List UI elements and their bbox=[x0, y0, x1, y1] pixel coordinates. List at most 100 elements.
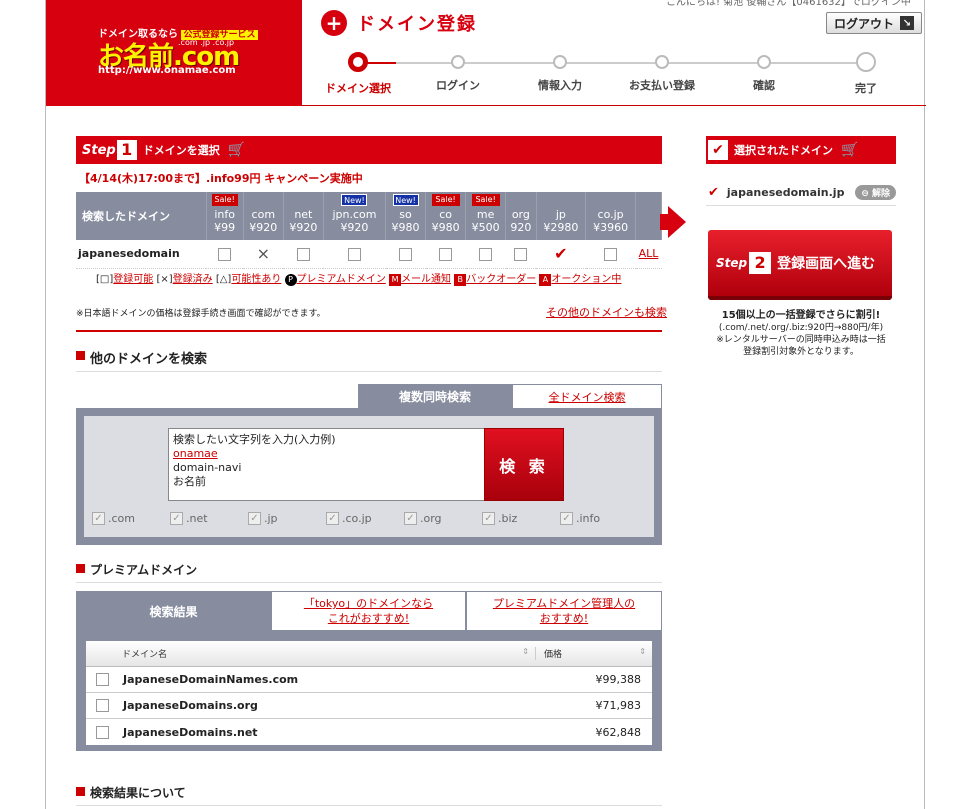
legend-premium[interactable]: プレミアムドメイン bbox=[297, 274, 386, 285]
campaign-banner[interactable]: 【4/14(木)17:00まで】.info99円 キャンペーン実施中 bbox=[79, 170, 363, 186]
arrow-down-right-icon: ↘ bbox=[900, 16, 914, 30]
step1-num: 1 bbox=[116, 140, 137, 160]
logout-label: ログアウト bbox=[833, 16, 894, 31]
row-checkbox[interactable] bbox=[96, 699, 109, 712]
page-title-text: ドメイン登録 bbox=[357, 14, 477, 35]
page-title: + ドメイン登録 bbox=[321, 10, 477, 36]
checkbox-checked-icon: ✔ bbox=[708, 140, 728, 160]
logo-tlds: .com .jp .co.jp bbox=[178, 38, 235, 47]
about-heading: 検索結果について bbox=[76, 784, 662, 806]
row-checkbox[interactable] bbox=[96, 725, 109, 739]
tld-jp[interactable]: ✓ .jp bbox=[248, 512, 326, 525]
registered-x-icon: × bbox=[256, 243, 270, 263]
checkbox-cojp[interactable] bbox=[604, 247, 618, 261]
step-confirm: 確認 bbox=[714, 52, 814, 93]
tab-all-domain-search[interactable]: 全ドメイン検索 bbox=[512, 384, 662, 409]
selected-domain-label: 選択されたドメイン bbox=[734, 144, 833, 157]
legend-backorder[interactable]: バックオーダー bbox=[466, 274, 536, 285]
checkbox-co[interactable] bbox=[439, 247, 453, 261]
col-so: New! so ¥980 bbox=[385, 192, 427, 240]
tab-search-results[interactable]: 検索結果 bbox=[76, 591, 271, 631]
mail-icon: M bbox=[389, 274, 402, 286]
plus-icon: + bbox=[321, 10, 347, 36]
step-login: ログイン bbox=[408, 52, 508, 93]
col-cojp: co.jp ¥3960 bbox=[585, 192, 636, 240]
jp-domain-note: ※日本語ドメインの価格は登録手続き画面で確認ができます。 bbox=[76, 309, 326, 319]
other-search-heading: 他のドメインを検索 bbox=[76, 348, 662, 372]
cart-icon: 🛒 bbox=[227, 142, 246, 158]
tld-net[interactable]: ✓ .net bbox=[170, 512, 248, 525]
cart-icon: 🛒 bbox=[841, 142, 859, 158]
table-row: japanesedomain × ✔ ALL bbox=[76, 240, 662, 269]
checkbox-so[interactable] bbox=[399, 247, 413, 261]
col-price[interactable]: 価格 ⇕ bbox=[536, 647, 652, 660]
search-button[interactable]: 検 索 bbox=[484, 428, 564, 501]
checked-jp-icon[interactable]: ✔ bbox=[554, 244, 567, 263]
domain-result-table: 検索したドメイン Sale! info ¥99 com ¥920 net ¥920 Ne… bbox=[76, 192, 662, 269]
step-info: 情報入力 bbox=[510, 52, 610, 93]
search-panel: 検索したい文字列を入力(入力例) onamae domain-navi お名前 … bbox=[76, 408, 662, 545]
premium-table: ドメイン名 ⇕ 価格 ⇕ JapaneseDomainNames.com ¥99,3… bbox=[86, 641, 652, 745]
proceed-registration-button[interactable]: Step 2 登録画面へ進む bbox=[708, 230, 892, 300]
sort-icon: ⇕ bbox=[522, 647, 529, 656]
row-domain-name: japanesedomain bbox=[76, 240, 206, 269]
select-all-link[interactable]: ALL bbox=[639, 247, 659, 260]
searched-domain-header: 検索したドメイン bbox=[76, 192, 207, 240]
checkbox-jpncom[interactable] bbox=[347, 247, 361, 261]
table-row: JapaneseDomains.net ¥62,848 bbox=[86, 719, 652, 745]
legend-mail[interactable]: メール通知 bbox=[401, 274, 451, 285]
col-com: com ¥920 bbox=[243, 192, 284, 240]
table-row: JapaneseDomainNames.com ¥99,388 bbox=[86, 667, 652, 693]
col-jp: jp ¥2980 bbox=[536, 192, 587, 240]
checkbox-org[interactable] bbox=[514, 247, 528, 261]
tld-info[interactable]: ✓ .info bbox=[560, 512, 638, 525]
header: ドメイン取るなら 公式登録サービス お名前.com .com .jp .co.j… bbox=[46, 0, 926, 106]
col-net: net ¥920 bbox=[283, 192, 324, 240]
tab-tokyo-recommend[interactable]: 「tokyo」のドメインなら これがおすすめ! bbox=[271, 591, 466, 631]
table-row: JapaneseDomains.org ¥71,983 bbox=[86, 693, 652, 719]
progress-steps: ドメイン選択 ログイン 情報入力 お支払い登録 確認 完了 bbox=[316, 52, 896, 95]
step1-label: ドメインを選択 bbox=[142, 144, 220, 157]
logo[interactable]: ドメイン取るなら 公式登録サービス お名前.com .com .jp .co.j… bbox=[46, 0, 302, 106]
col-info: Sale! info ¥99 bbox=[206, 192, 244, 240]
step1-badge: Step bbox=[82, 142, 116, 158]
tab-multi-search[interactable]: 複数同時検索 bbox=[358, 384, 512, 409]
col-me: Sale! me ¥500 bbox=[465, 192, 507, 240]
tld-biz[interactable]: ✓ .biz bbox=[482, 512, 560, 525]
tab-manager-recommend[interactable]: プレミアムドメイン管理人の おすすめ! bbox=[466, 591, 662, 631]
other-domain-link[interactable]: その他のドメインも検索 bbox=[546, 304, 667, 320]
col-co: Sale! co ¥980 bbox=[425, 192, 467, 240]
tld-com[interactable]: ✓ .com bbox=[92, 512, 170, 525]
search-textarea[interactable]: 検索したい文字列を入力(入力例) onamae domain-navi お名前 bbox=[168, 428, 486, 501]
login-greeting: こんにちは! 菊池 俊輔さん【0461632】でログイン中 bbox=[666, 0, 911, 8]
premium-icon: P bbox=[284, 274, 297, 286]
checkbox-info[interactable] bbox=[218, 247, 232, 261]
legend-possible[interactable]: 可能性あり bbox=[231, 274, 281, 285]
backorder-icon: B bbox=[454, 274, 467, 286]
legend-available[interactable]: 登録可能 bbox=[113, 274, 153, 285]
arrow-right-icon bbox=[668, 206, 686, 238]
status-legend: [□]登録可能 [×]登録済み [△]可能性あり P プレミアムドメイン M メール… bbox=[96, 274, 622, 286]
remove-button[interactable]: ⊖ 解除 bbox=[855, 185, 896, 200]
tld-cojp[interactable]: ✓ .co.jp bbox=[326, 512, 404, 525]
selected-domain-name: japanesedomain.jp bbox=[726, 186, 845, 199]
logo-url: http://www.onamae.com bbox=[98, 65, 236, 76]
logout-button[interactable]: ログアウト ↘ bbox=[826, 12, 922, 34]
checkbox-me[interactable] bbox=[479, 247, 493, 261]
legend-registered[interactable]: 登録済み bbox=[173, 274, 213, 285]
check-icon: ✔ bbox=[708, 185, 719, 200]
auction-icon: A bbox=[539, 274, 552, 286]
tld-checkboxes: ✓ .com ✓ .net ✓ .jp ✓ .co.jp ✓ .org ✓ .biz ✓ .i… bbox=[92, 512, 638, 525]
checkbox-net[interactable] bbox=[296, 247, 310, 261]
page: ドメイン取るなら 公式登録サービス お名前.com .com .jp .co.j… bbox=[45, 0, 926, 809]
selected-domain-row: ✔ japanesedomain.jp ⊖ 解除 bbox=[706, 180, 896, 206]
step-payment: お支払い登録 bbox=[612, 52, 712, 93]
selected-domain-bar: ✔ 選択されたドメイン 🛒 bbox=[706, 136, 896, 164]
col-domain-name[interactable]: ドメイン名 ⇕ bbox=[86, 647, 536, 660]
col-org: org 920 bbox=[505, 192, 537, 240]
legend-auction[interactable]: オークション中 bbox=[551, 274, 621, 285]
row-checkbox[interactable] bbox=[96, 673, 109, 686]
tld-org[interactable]: ✓ .org bbox=[404, 512, 482, 525]
bulk-discount-note: 15個以上の一括登録でさらに割引! (.com/.net/.org/.biz:9… bbox=[716, 310, 886, 357]
step-domain-select: ドメイン選択 bbox=[308, 52, 408, 96]
